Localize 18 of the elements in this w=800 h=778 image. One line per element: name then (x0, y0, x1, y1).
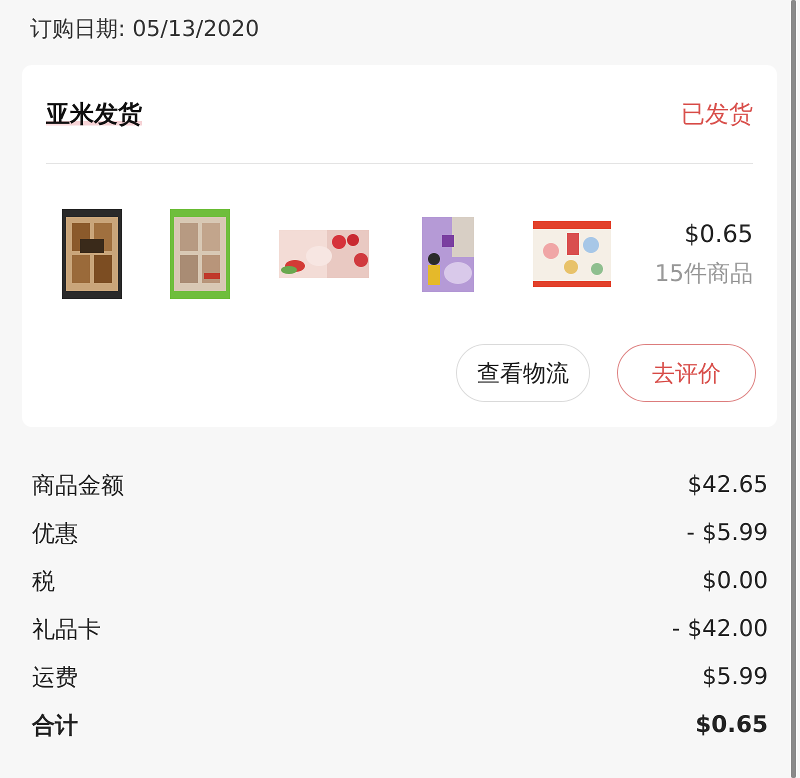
summary-value: $5.99 (702, 664, 768, 690)
summary-label: 合计 (32, 712, 78, 740)
summary-label: 运费 (32, 664, 78, 692)
order-date: 订购日期: 05/13/2020 (29, 16, 260, 44)
order-price: $0.65 (683, 220, 753, 248)
summary-label: 税 (32, 568, 55, 596)
summary-value: - $42.00 (672, 616, 768, 642)
summary-value: $0.65 (695, 712, 768, 738)
summary-label: 优惠 (32, 520, 78, 548)
item-count: 15件商品 (654, 260, 753, 288)
summary-value: $0.00 (702, 568, 768, 594)
summary-value: - $5.99 (686, 520, 768, 546)
tracking-button[interactable]: 查看物流 (456, 344, 590, 402)
shipping-status: 已发货 (681, 99, 753, 130)
review-button[interactable]: 去评价 (617, 344, 756, 402)
summary-label: 商品金额 (32, 472, 124, 500)
summary-label: 礼品卡 (32, 616, 101, 644)
summary-value: $42.65 (688, 472, 768, 498)
